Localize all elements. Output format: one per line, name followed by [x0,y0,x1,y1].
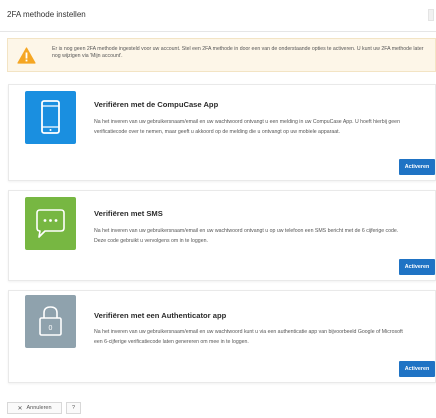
app-icon-box [25,91,76,144]
chat-bubble-icon [36,209,65,238]
svg-text:0: 0 [49,325,53,332]
method-title: Verifiëren met de CompuCase App [94,100,219,109]
method-card-app: Verifiëren met de CompuCase App Na het i… [8,84,436,181]
sms-icon-box [25,197,76,250]
warning-alert: Er is nog geen 2FA methode ingesteld voo… [7,38,436,72]
cancel-label: Annuleren [26,405,52,411]
activate-authenticator-button[interactable]: Activeren [399,361,435,377]
cancel-button[interactable]: ✕ Annuleren [7,402,62,414]
alert-message: Er is nog geen 2FA methode ingesteld voo… [52,46,424,59]
method-card-sms: Verifiëren met SMS Na het inveren van uw… [8,190,436,281]
close-icon: ✕ [17,405,23,412]
activate-sms-button[interactable]: Activeren [399,259,435,275]
method-description: Na het inveren van uw gebruikersnaam/ema… [94,228,399,244]
method-card-authenticator: 0 Verifiëren met een Authenticator app N… [8,290,436,383]
method-description: Na het inveren van uw gebruikersnaam/ema… [94,329,403,345]
method-description: Na het inveren van uw gebruikersnaam/ema… [94,119,400,135]
page-title: 2FA methode instellen [7,10,86,19]
warning-icon [17,47,36,64]
authenticator-icon-box: 0 [25,295,76,348]
help-icon: ? [71,405,76,411]
activate-app-button[interactable]: Activeren [399,159,435,175]
dialog-header: 2FA methode instellen [0,0,436,32]
phone-icon [41,100,60,134]
method-title: Verifiëren met een Authenticator app [94,311,227,320]
lock-icon: 0 [39,306,62,336]
help-button[interactable]: ? [66,402,81,414]
method-title: Verifiëren met SMS [94,209,163,218]
header-scroll-handle[interactable] [428,9,434,21]
